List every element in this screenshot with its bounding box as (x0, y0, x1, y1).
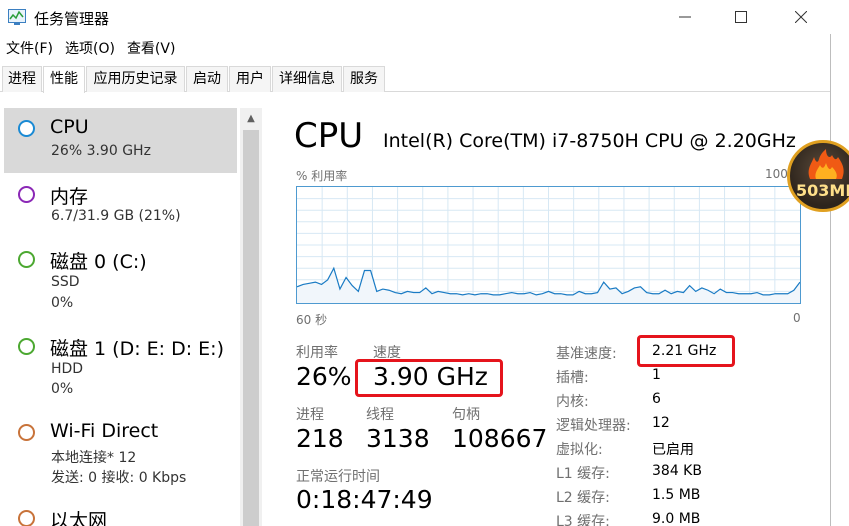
tab-app-history[interactable]: 应用历史记录 (86, 66, 185, 92)
uptime-label: 正常运行时间 (296, 469, 380, 485)
cpu-utilization-graph (296, 186, 801, 304)
handles-value: 108667 (452, 424, 548, 453)
l3-cache-label: L3 缓存: (556, 514, 610, 526)
title-bar: 任务管理器 (0, 0, 849, 34)
l1-cache-value: 384 KB (652, 463, 702, 479)
virtualization-value: 已启用 (652, 442, 694, 458)
resource-detail: SSD (51, 274, 80, 290)
l2-cache-value: 1.5 MB (652, 487, 701, 503)
tab-users[interactable]: 用户 (229, 66, 271, 92)
virtualization-label: 虚拟化: (556, 442, 603, 458)
graph-zero-label: 0 (793, 311, 801, 325)
resource-title: 内存 (50, 186, 89, 208)
resource-disk-1[interactable]: 磁盘 1 (D: E: D: E:) HDD 0% (4, 326, 237, 406)
window-edge (830, 34, 849, 526)
page-title: CPU (294, 116, 364, 156)
resource-detail: 发送: 0 接收: 0 Kbps (51, 470, 187, 486)
cpu-model-name: Intel(R) Core(TM) i7-8750H CPU @ 2.20GHz (383, 130, 796, 152)
speed-highlight-box (355, 359, 503, 397)
handles-label: 句柄 (452, 407, 480, 423)
task-manager-icon (8, 9, 26, 25)
graph-y-label: % 利用率 (296, 169, 348, 183)
resource-cpu[interactable]: CPU 26% 3.90 GHz (4, 108, 237, 173)
threads-label: 线程 (366, 407, 394, 423)
menu-file[interactable]: 文件(F) (0, 38, 59, 60)
minimize-button[interactable] (662, 0, 708, 34)
processes-value: 218 (296, 424, 344, 453)
resource-disk-0[interactable]: 磁盘 0 (C:) SSD 0% (4, 239, 237, 319)
resource-title: Wi-Fi Direct (50, 420, 159, 442)
tab-startup[interactable]: 启动 (186, 66, 228, 92)
resource-title: 磁盘 1 (D: E: D: E:) (50, 338, 224, 360)
logical-processors-label: 逻辑处理器: (556, 418, 631, 434)
resource-detail: 26% 3.90 GHz (51, 143, 151, 159)
tab-details[interactable]: 详细信息 (272, 66, 342, 92)
logical-processors-value: 12 (652, 415, 670, 431)
menu-options[interactable]: 选项(O) (59, 38, 121, 60)
scrollbar-thumb[interactable] (243, 130, 259, 526)
sockets-label: 插槽: (556, 370, 589, 386)
utilization-value: 26% (296, 362, 352, 391)
tab-services[interactable]: 服务 (343, 66, 385, 92)
uptime-value: 0:18:47:49 (296, 485, 433, 514)
menu-bar: 文件(F) 选项(O) 查看(V) (0, 38, 181, 60)
memory-overlay-badge[interactable]: 503MB (787, 140, 849, 212)
l2-cache-label: L2 缓存: (556, 490, 610, 506)
resource-detail: 0% (51, 381, 74, 397)
maximize-icon (735, 11, 747, 23)
resource-wifi-direct[interactable]: Wi-Fi Direct 本地连接* 12 发送: 0 接收: 0 Kbps (4, 412, 237, 492)
minimize-icon (679, 16, 691, 18)
base-speed-label: 基准速度: (556, 346, 617, 362)
resource-detail: HDD (51, 361, 84, 377)
network-status-icon (18, 424, 35, 441)
resource-title: CPU (50, 116, 89, 138)
maximize-button[interactable] (718, 0, 764, 34)
close-icon (795, 11, 807, 23)
resource-title: 以太网 (50, 510, 108, 526)
sockets-value: 1 (652, 367, 661, 383)
cpu-graph-plot (297, 187, 800, 303)
scroll-up-arrow-icon[interactable]: ▲ (240, 108, 262, 128)
l1-cache-label: L1 缓存: (556, 466, 610, 482)
cpu-status-icon (18, 120, 35, 137)
network-status-icon (18, 510, 35, 526)
memory-status-icon (18, 186, 35, 203)
graph-time-label: 60 秒 (296, 313, 328, 327)
l3-cache-value: 9.0 MB (652, 511, 701, 526)
overlay-memory-label: 503MB (796, 181, 849, 200)
resource-memory[interactable]: 内存 6.7/31.9 GB (21%) (4, 174, 237, 236)
flame-icon (808, 149, 844, 179)
tab-processes[interactable]: 进程 (2, 66, 42, 92)
disk-status-icon (18, 338, 35, 355)
cores-label: 内核: (556, 394, 589, 410)
menu-view[interactable]: 查看(V) (121, 38, 182, 60)
resource-detail: 0% (51, 295, 74, 311)
resource-list-scrollbar[interactable]: ▲ (240, 108, 262, 526)
resource-detail: 本地连接* 12 (51, 450, 137, 466)
tab-performance[interactable]: 性能 (43, 66, 85, 93)
resource-title: 磁盘 0 (C:) (50, 251, 147, 273)
cores-value: 6 (652, 391, 661, 407)
close-button[interactable] (778, 0, 824, 34)
resource-detail: 6.7/31.9 GB (21%) (51, 208, 181, 224)
utilization-label: 利用率 (296, 345, 338, 361)
processes-label: 进程 (296, 407, 324, 423)
disk-status-icon (18, 251, 35, 268)
tab-bar: 进程 性能 应用历史记录 启动 用户 详细信息 服务 (0, 66, 830, 93)
base-speed-highlight-box (637, 335, 735, 367)
resource-ethernet[interactable]: 以太网 (4, 498, 237, 526)
window-title: 任务管理器 (34, 10, 110, 28)
threads-value: 3138 (366, 424, 430, 453)
